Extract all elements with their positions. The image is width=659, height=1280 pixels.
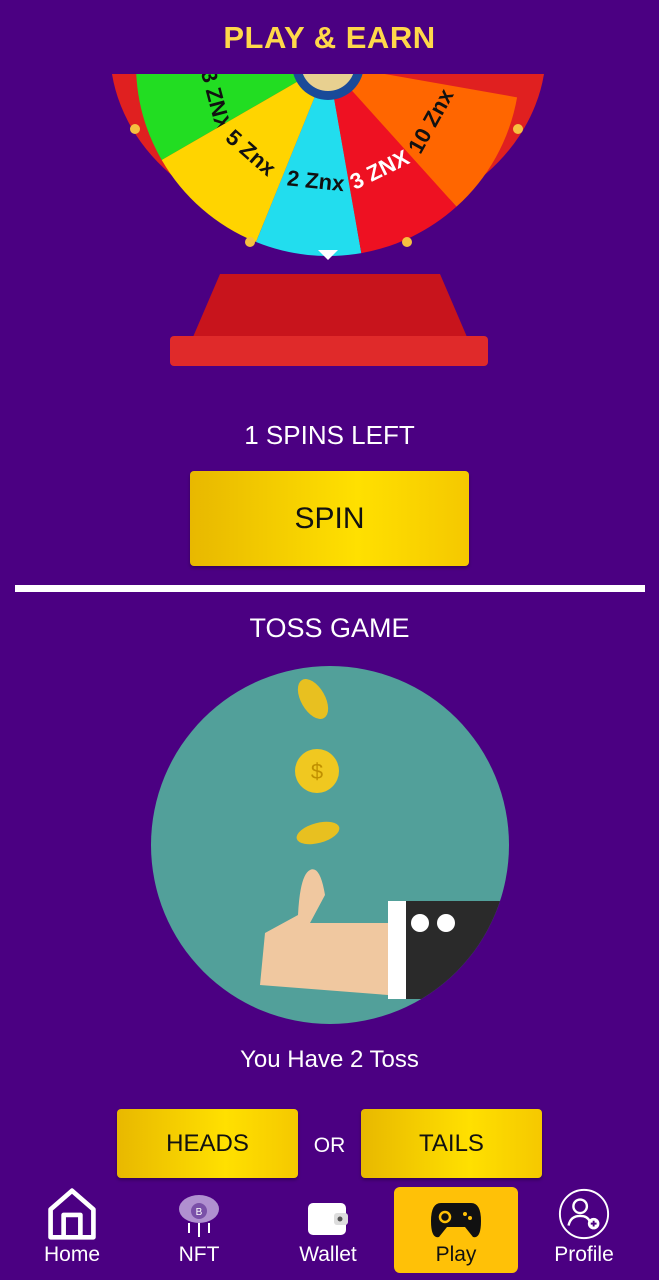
nav-profile[interactable]: Profile xyxy=(522,1187,646,1273)
nav-play[interactable]: Play xyxy=(394,1187,518,1273)
nav-wallet[interactable]: Wallet xyxy=(266,1187,390,1273)
wallet-icon xyxy=(308,1203,348,1235)
home-icon xyxy=(48,1188,96,1240)
bottom-nav: Home B NFT Wallet Play Profile xyxy=(0,1185,659,1280)
divider xyxy=(15,585,645,592)
spins-left: 1 SPINS LEFT xyxy=(244,420,415,450)
spin-button[interactable]: SPIN xyxy=(190,471,469,566)
nav-label: Profile xyxy=(554,1243,614,1266)
coin-toss-illustration: $ xyxy=(151,666,509,1024)
toss-title: TOSS GAME xyxy=(249,613,410,643)
heads-button[interactable]: HEADS xyxy=(117,1109,298,1178)
wheel-base xyxy=(170,336,488,366)
nav-home[interactable]: Home xyxy=(10,1187,134,1273)
spin-wheel: 13 ZNX5 Znx 2 Znx 3 ZNX10 Znx xyxy=(112,74,544,366)
nav-label: Play xyxy=(435,1243,477,1266)
svg-text:B: B xyxy=(196,1207,203,1218)
nav-label: Home xyxy=(43,1243,101,1266)
nav-label: Wallet xyxy=(299,1243,357,1266)
nft-cloud-icon: B xyxy=(179,1195,219,1237)
page-title: PLAY & EARN xyxy=(223,20,436,55)
toss-count: You Have 2 Toss xyxy=(240,1046,419,1073)
gamepad-icon xyxy=(431,1203,481,1238)
svg-text:$: $ xyxy=(311,759,323,784)
tails-button[interactable]: TAILS xyxy=(361,1109,542,1178)
wheel-stand xyxy=(190,274,470,344)
profile-icon xyxy=(558,1188,610,1240)
or-label: OR xyxy=(313,1134,346,1157)
nav-label: NFT xyxy=(178,1243,220,1266)
nav-nft[interactable]: B NFT xyxy=(137,1187,261,1273)
